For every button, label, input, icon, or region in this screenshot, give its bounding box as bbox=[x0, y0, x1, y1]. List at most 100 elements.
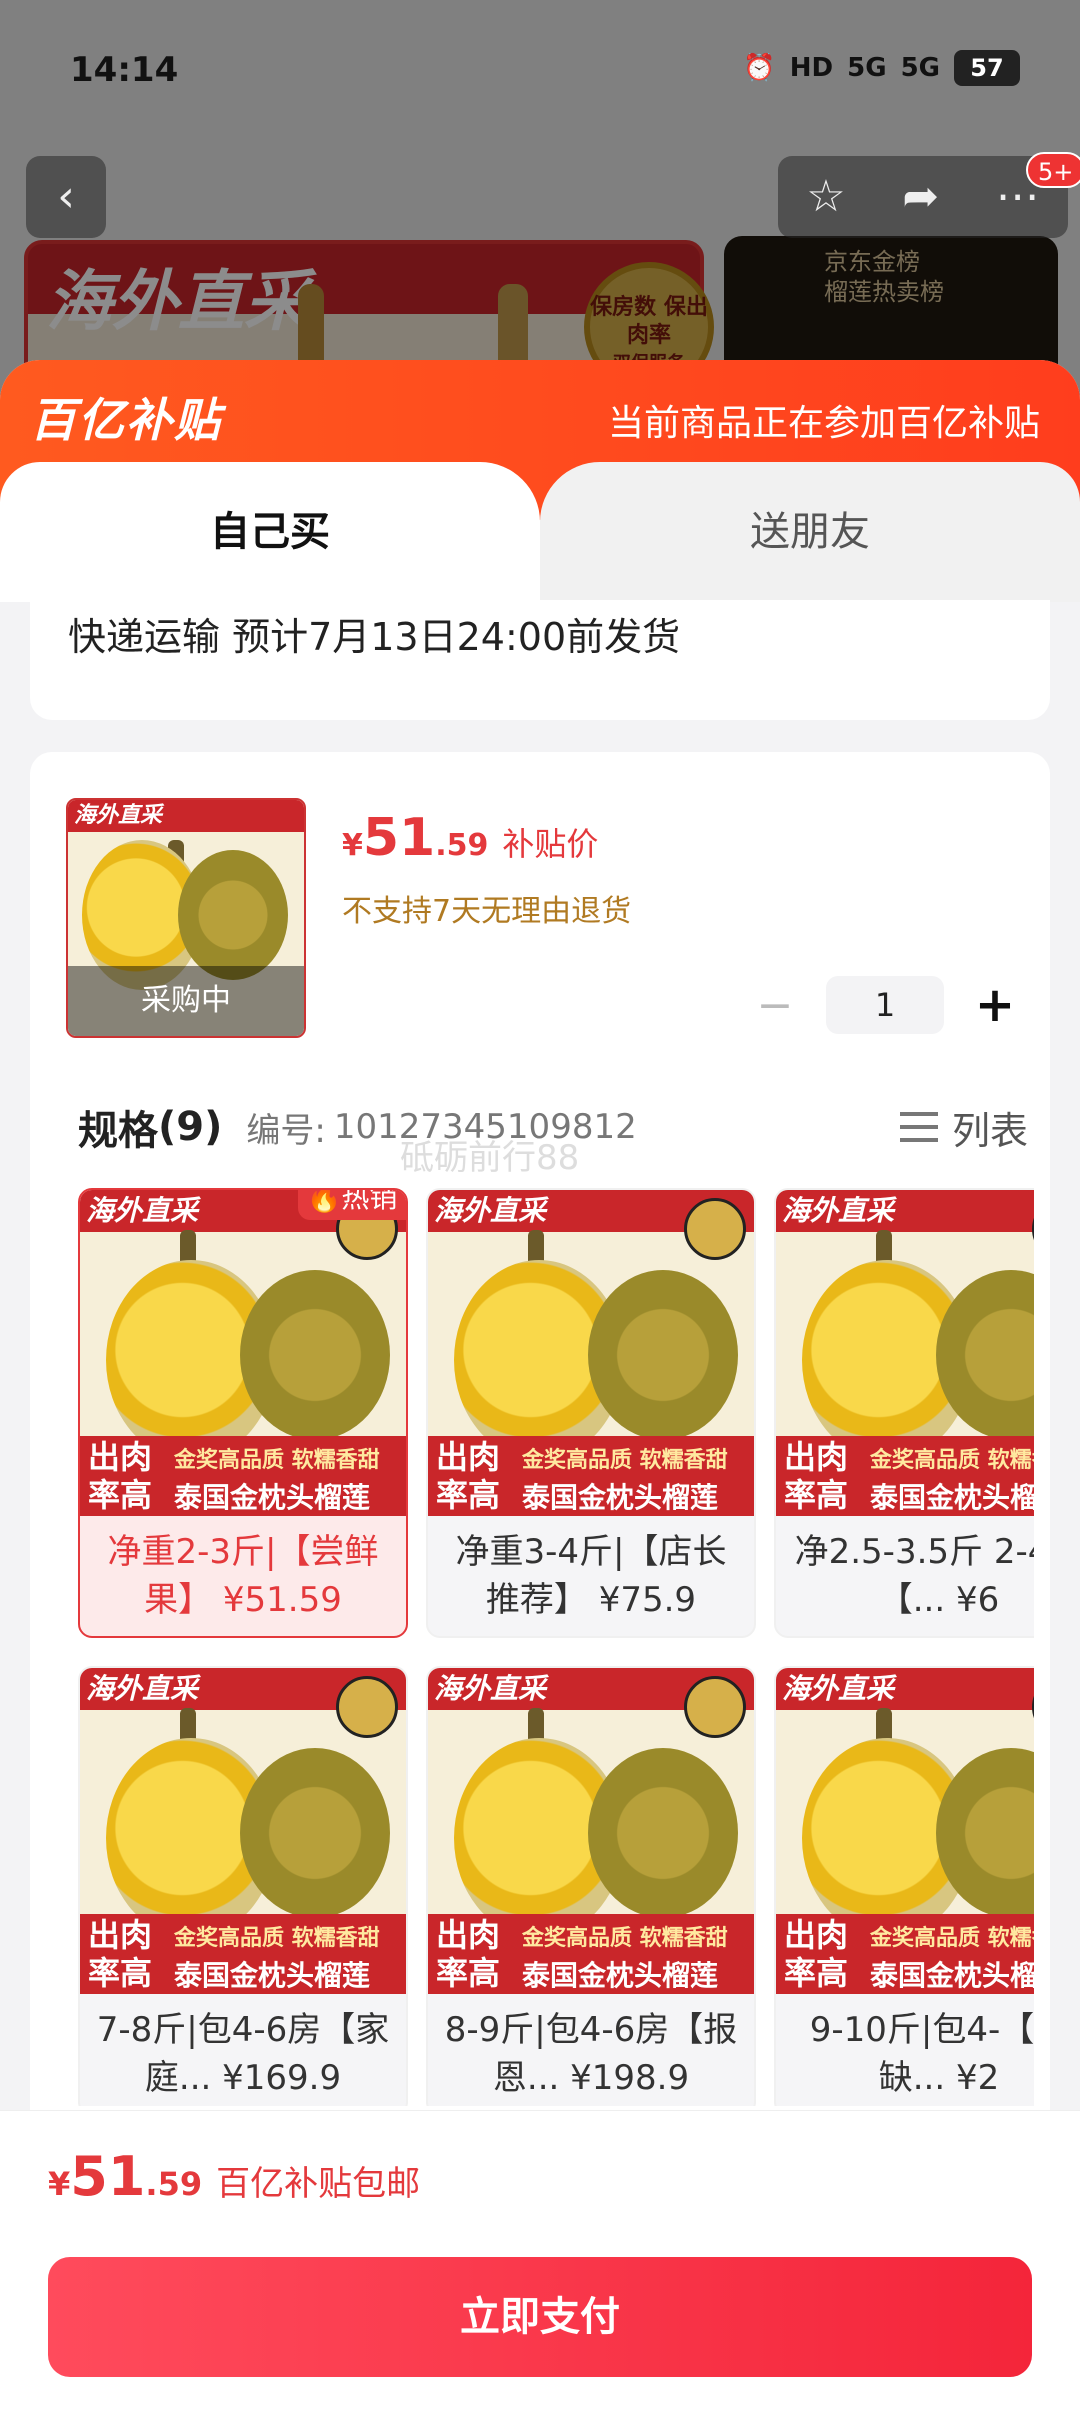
tab-buy-self[interactable]: 自己买 bbox=[0, 462, 540, 602]
alarm-icon: ⏰ bbox=[743, 53, 776, 83]
spec-option-label: 8-9斤|包4-6房【报恩... ¥198.9 bbox=[444, 2010, 738, 2098]
spec-option-image: 海外直采出肉率高金奖高品质 软糯香甜泰国金枕头榴莲 bbox=[80, 1668, 406, 1994]
spec-option[interactable]: 海外直采出肉率高金奖高品质 软糯香甜泰国金枕头榴莲净2.5-3.5斤 2-4房【… bbox=[774, 1188, 1034, 1638]
thumb-status: 采购中 bbox=[68, 966, 304, 1036]
battery-icon: 57 bbox=[954, 50, 1020, 86]
hd-icon: HD bbox=[789, 53, 834, 83]
spec-option-label: 7-8斤|包4-6房【家庭... ¥169.9 bbox=[96, 2010, 390, 2098]
spec-image-left-text: 出肉率高 bbox=[436, 1438, 501, 1514]
signal-5g-icon: 5G bbox=[900, 53, 940, 83]
spec-image-footer: 出肉率高金奖高品质 软糯香甜泰国金枕头榴莲 bbox=[428, 1436, 754, 1516]
spec-option-label: 9-10斤|包4-【稀缺... ¥2 bbox=[809, 2010, 1034, 2098]
share-icon[interactable]: ➦ bbox=[902, 156, 939, 238]
list-view-toggle[interactable]: 列表 bbox=[899, 1100, 1028, 1155]
star-icon[interactable]: ☆ bbox=[806, 156, 845, 238]
spec-option-image: 海外直采出肉率高金奖高品质 软糯香甜泰国金枕头榴莲 bbox=[776, 1190, 1034, 1516]
spec-image-left-text: 出肉率高 bbox=[88, 1916, 153, 1992]
pay-now-button[interactable]: 立即支付 bbox=[48, 2257, 1032, 2377]
footer-price-decimal: .59 bbox=[145, 2165, 203, 2203]
quantity-plus-button[interactable]: + bbox=[970, 977, 1020, 1033]
product-card: 海外直采 采购中 ¥51.59 补贴价 不支持7天无理由退货 − 1 + 规格 (… bbox=[30, 752, 1050, 2252]
price-currency: ¥ bbox=[342, 828, 363, 863]
spec-image-left-text: 出肉率高 bbox=[88, 1438, 153, 1514]
purchase-sheet: 百亿补贴 当前商品正在参加百亿补贴 送朋友 自己买 快递运输 预计7月13日24… bbox=[0, 360, 1080, 2412]
spec-option-label: 净重3-4斤|【店长推荐】 ¥75.9 bbox=[455, 1532, 727, 1620]
spec-image-product-name: 泰国金枕头榴莲 bbox=[174, 1481, 371, 1514]
spec-image-banner: 海外直采 bbox=[776, 1190, 1034, 1232]
thumb-banner-text: 海外直采 bbox=[68, 800, 304, 832]
subsidy-banner-text: 当前商品正在参加百亿补贴 bbox=[607, 403, 1040, 444]
quality-seal-icon bbox=[684, 1198, 746, 1260]
spec-code-label: 编号: bbox=[246, 1110, 326, 1151]
spec-image-slogan: 金奖高品质 软糯香甜 bbox=[870, 1448, 1034, 1473]
footer-price-currency: ¥ bbox=[48, 2165, 71, 2203]
status-icons: ⏰ HD 5G 5G 57 bbox=[743, 50, 1020, 86]
durian-shell bbox=[240, 1270, 390, 1440]
durian-shell bbox=[240, 1748, 390, 1918]
spec-option-image: 海外直采出肉率高金奖高品质 软糯香甜泰国金枕头榴莲 bbox=[428, 1190, 754, 1516]
hot-sale-tag: 🔥热销 bbox=[298, 1188, 406, 1220]
spec-image-footer: 出肉率高金奖高品质 软糯香甜泰国金枕头榴莲 bbox=[428, 1914, 754, 1994]
quantity-stepper: − 1 + bbox=[750, 976, 1020, 1034]
spec-image-product-name: 泰国金枕头榴莲 bbox=[870, 1959, 1034, 1992]
spec-image-slogan: 金奖高品质 软糯香甜 bbox=[870, 1926, 1034, 1951]
shipping-text: 快递运输 预计7月13日24:00前发货 bbox=[68, 615, 681, 659]
spec-image-slogan: 金奖高品质 软糯香甜 bbox=[174, 1448, 380, 1473]
quality-seal-icon bbox=[684, 1676, 746, 1738]
status-bar: 14:14 ⏰ HD 5G 5G 57 bbox=[0, 0, 1080, 140]
footer-price-integer: 51 bbox=[70, 2145, 146, 2208]
signal-5g-icon: 5G bbox=[847, 53, 887, 83]
spec-option[interactable]: 海外直采出肉率高金奖高品质 软糯香甜泰国金枕头榴莲 9-10斤|包4-【稀缺...… bbox=[774, 1666, 1034, 2106]
spec-option[interactable]: 海外直采 出肉率高 金奖高品质 软糯香甜 泰国金枕头榴莲净重3-4斤|【店长推荐】 ¥… bbox=[426, 1188, 756, 1638]
spec-image-left-text: 出肉率高 bbox=[784, 1916, 849, 1992]
spec-image-footer: 出肉率高金奖高品质 软糯香甜泰国金枕头榴莲 bbox=[776, 1436, 1034, 1516]
list-toggle-label: 列表 bbox=[951, 1108, 1028, 1153]
back-button[interactable]: ‹ bbox=[26, 156, 106, 238]
spec-image-slogan: 金奖高品质 软糯香甜 bbox=[522, 1926, 728, 1951]
quantity-input[interactable]: 1 bbox=[826, 976, 944, 1034]
price-label: 补贴价 bbox=[502, 825, 599, 863]
chevron-left-icon: ‹ bbox=[57, 171, 75, 222]
spec-count: (9) bbox=[158, 1104, 223, 1150]
top-action-group: ☆ ➦ ⋯ bbox=[778, 156, 1068, 238]
checkout-footer: ¥51.59 百亿补贴包邮 立即支付 bbox=[0, 2110, 1080, 2412]
return-policy: 不支持7天无理由退货 bbox=[342, 894, 632, 929]
product-price: ¥51.59 补贴价 bbox=[342, 808, 598, 868]
spec-option-label: 净2.5-3.5斤 2-4房【... ¥6 bbox=[794, 1532, 1034, 1620]
status-time: 14:14 bbox=[70, 50, 179, 90]
quality-seal-icon bbox=[336, 1676, 398, 1738]
spec-option[interactable]: 海外直采 出肉率高 金奖高品质 软糯香甜 泰国金枕头榴莲 7-8斤|包4-6房【家庭..… bbox=[78, 1666, 408, 2106]
spec-option-image: 海外直采出肉率高金奖高品质 软糯香甜泰国金枕头榴莲 bbox=[776, 1668, 1034, 1994]
durian-shell bbox=[588, 1270, 738, 1440]
spec-option[interactable]: 海外直采 出肉率高 金奖高品质 软糯香甜 泰国金枕头榴莲 8-9斤|包4-6房【报恩..… bbox=[426, 1666, 756, 2106]
tab-gift-friend[interactable]: 送朋友 bbox=[540, 462, 1080, 602]
durian-shell bbox=[588, 1748, 738, 1918]
spec-option-image: 海外直采出肉率高金奖高品质 软糯香甜泰国金枕头榴莲 bbox=[80, 1190, 406, 1516]
spec-image-slogan: 金奖高品质 软糯香甜 bbox=[174, 1926, 380, 1951]
message-badge: 5+ bbox=[1026, 152, 1080, 188]
spec-image-footer: 出肉率高金奖高品质 软糯香甜泰国金枕头榴莲 bbox=[776, 1914, 1034, 1994]
spec-grid: 🔥热销 海外直采 出肉率高 金奖高品质 软糯香甜 泰国金枕头榴莲 净重2-3斤|【尝鲜果】… bbox=[78, 1176, 1034, 2106]
spec-image-banner: 海外直采 bbox=[776, 1668, 1034, 1710]
hot-sale-label: 热销 bbox=[341, 1188, 398, 1214]
durian-shell bbox=[178, 850, 288, 980]
spec-image-left-text: 出肉率高 bbox=[784, 1438, 849, 1514]
spec-image-left-text: 出肉率高 bbox=[436, 1916, 501, 1992]
quantity-minus-button[interactable]: − bbox=[750, 980, 800, 1031]
shipping-card: 快递运输 预计7月13日24:00前发货 bbox=[30, 600, 1050, 720]
footer-price-label: 百亿补贴包邮 bbox=[216, 2164, 421, 2204]
spec-option[interactable]: 🔥热销 海外直采 出肉率高 金奖高品质 软糯香甜 泰国金枕头榴莲 净重2-3斤|【尝鲜果】… bbox=[78, 1188, 408, 1638]
price-decimal: .59 bbox=[435, 828, 489, 863]
spec-image-footer: 出肉率高金奖高品质 软糯香甜泰国金枕头榴莲 bbox=[80, 1914, 406, 1994]
spec-image-product-name: 泰国金枕头榴莲 bbox=[870, 1481, 1034, 1514]
list-icon bbox=[899, 1110, 938, 1144]
price-integer: 51 bbox=[362, 808, 436, 868]
product-thumbnail[interactable]: 海外直采 采购中 bbox=[66, 798, 306, 1038]
spec-option-label: 净重2-3斤|【尝鲜果】 ¥51.59 bbox=[107, 1532, 379, 1620]
spec-title: 规格 bbox=[78, 1108, 158, 1154]
spec-image-product-name: 泰国金枕头榴莲 bbox=[522, 1481, 719, 1514]
spec-image-product-name: 泰国金枕头榴莲 bbox=[174, 1959, 371, 1992]
spec-image-product-name: 泰国金枕头榴莲 bbox=[522, 1959, 719, 1992]
spec-option-image: 海外直采出肉率高金奖高品质 软糯香甜泰国金枕头榴莲 bbox=[428, 1668, 754, 1994]
subsidy-logo: 百亿补贴 bbox=[30, 393, 222, 447]
